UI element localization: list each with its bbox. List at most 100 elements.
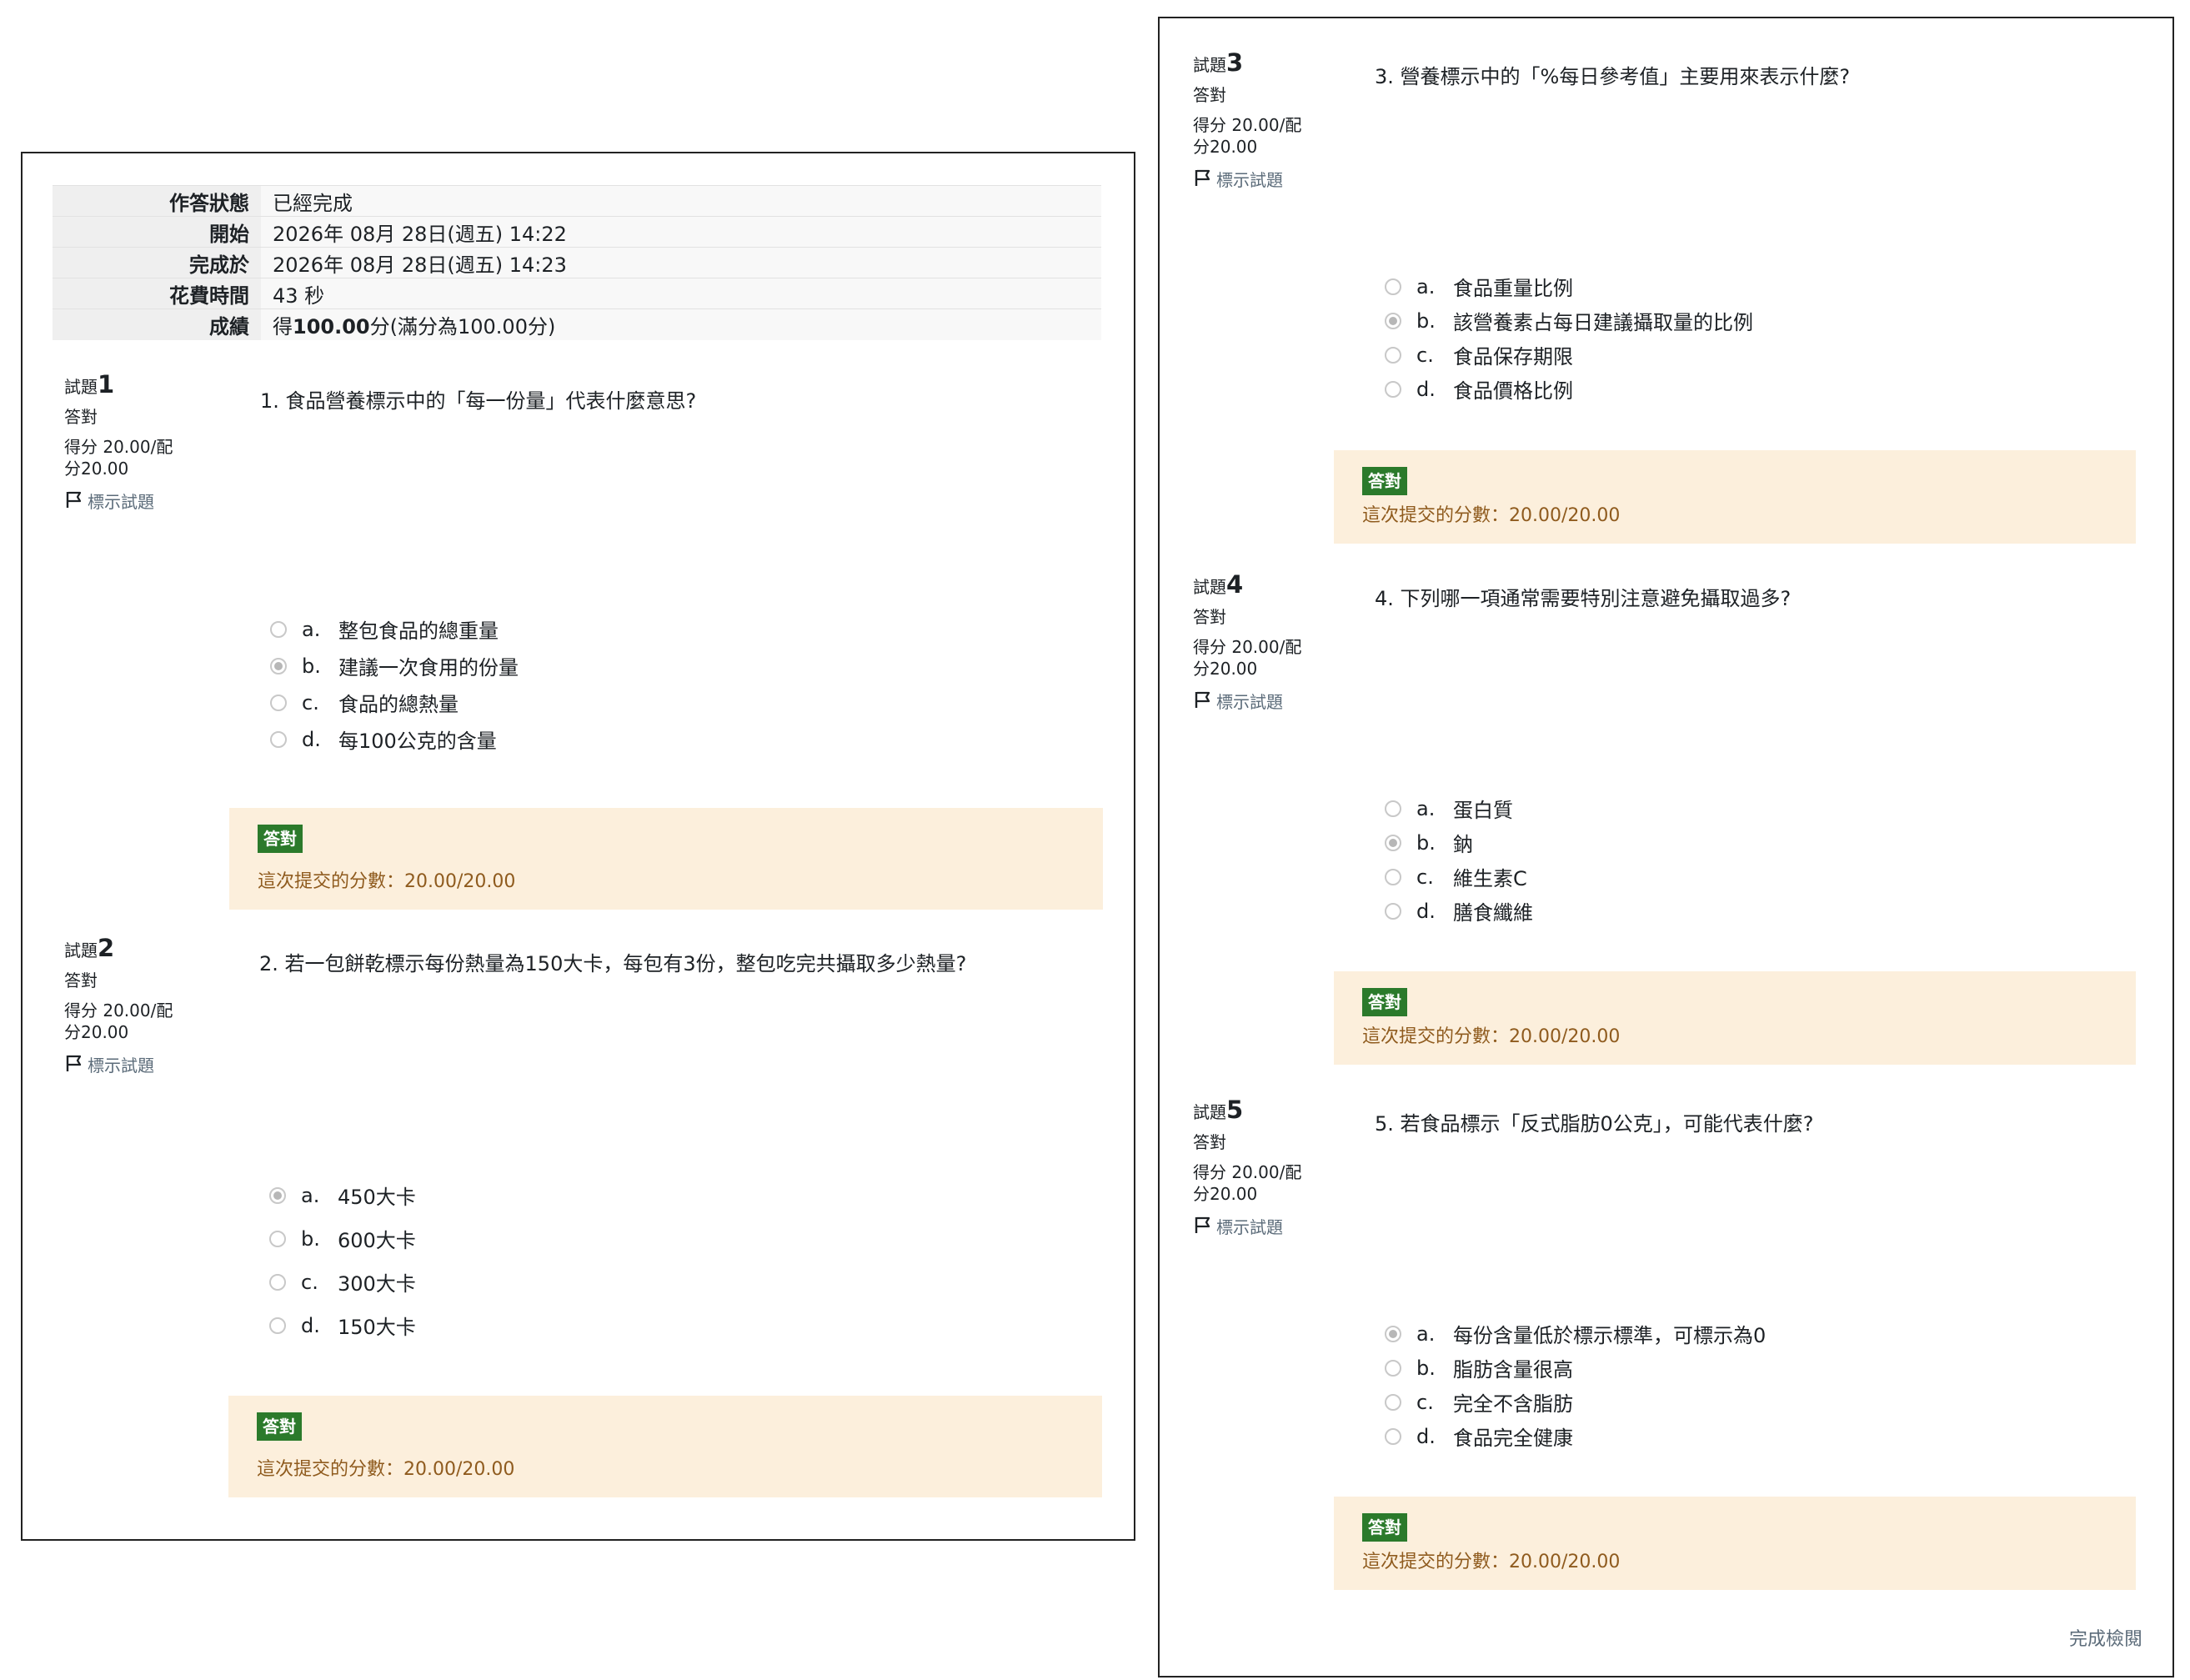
radio-button[interactable] — [1385, 278, 1401, 295]
grade-line-1: 得分 20.00/配 — [1193, 637, 1302, 657]
radio-button[interactable] — [269, 1273, 286, 1291]
question-info-2: 試題2 答對 得分 20.00/配 分20.00 標示試題 — [64, 936, 223, 1078]
radio-button[interactable] — [1385, 800, 1401, 817]
radio-button[interactable] — [269, 1230, 286, 1247]
grade-line-2: 分20.00 — [1193, 659, 1258, 679]
answer-option[interactable]: b. 建議一次食用的份量 — [270, 651, 519, 680]
option-text: 蛋白質 — [1453, 799, 1513, 822]
radio-button[interactable] — [270, 657, 287, 675]
summary-label: 作答狀態 — [53, 185, 261, 217]
radio-button[interactable] — [270, 620, 287, 638]
summary-row-finished: 完成於 2026年 08月 28日(週五) 14:23 — [53, 247, 1101, 278]
summary-value: 43 秒 — [261, 278, 1101, 309]
question-grade: 得分 20.00/配 分20.00 — [1193, 1161, 1351, 1205]
flag-question-button[interactable]: 標示試題 — [1193, 1215, 1351, 1240]
answer-option[interactable]: c. 完全不含脂肪 — [1385, 1387, 1573, 1417]
option-text: 450大卡 — [338, 1186, 416, 1209]
answer-option[interactable]: c. 食品的總熱量 — [270, 688, 459, 717]
flag-label: 標示試題 — [1216, 692, 1283, 712]
radio-button[interactable] — [269, 1316, 286, 1334]
flag-icon — [1193, 168, 1213, 193]
question-text: 4. 下列哪一項通常需要特別注意避免攝取過多? — [1375, 587, 1792, 610]
option-letter: a. — [301, 1183, 320, 1207]
question-state: 答對 — [1193, 1132, 1226, 1152]
flag-icon — [1193, 1215, 1213, 1240]
grade-line-2: 分20.00 — [64, 1022, 129, 1042]
question-number-value: 4 — [1226, 570, 1244, 599]
summary-value: 2026年 08月 28日(週五) 14:22 — [261, 216, 1101, 248]
option-letter: a. — [1416, 1321, 1436, 1346]
option-letter: d. — [301, 1313, 320, 1337]
flag-icon — [64, 1053, 84, 1078]
radio-button[interactable] — [1385, 834, 1401, 851]
answer-option[interactable]: a. 每份含量低於標示標準，可標示為0 — [1385, 1319, 1766, 1348]
grade-line-2: 分20.00 — [1193, 137, 1258, 157]
option-text: 膳食纖維 — [1453, 901, 1533, 925]
question-info-3: 試題3 答對 得分 20.00/配 分20.00 標示試題 — [1193, 51, 1351, 193]
radio-button[interactable] — [1385, 380, 1401, 398]
grade-line-1: 得分 20.00/配 — [64, 437, 173, 457]
radio-button[interactable] — [269, 1186, 286, 1204]
answer-option[interactable]: c. 維生素C — [1385, 862, 1527, 891]
correct-badge: 答對 — [1362, 1513, 1407, 1542]
option-text: 150大卡 — [338, 1316, 416, 1339]
answer-option[interactable]: d. 150大卡 — [269, 1311, 416, 1340]
feedback-score: 這次提交的分數：20.00/20.00 — [258, 871, 516, 892]
answer-option[interactable]: d. 膳食纖維 — [1385, 896, 1533, 925]
answer-option[interactable]: d. 每100公克的含量 — [270, 725, 497, 754]
option-text: 完全不含脂肪 — [1453, 1392, 1573, 1416]
option-text: 建議一次食用的份量 — [338, 656, 519, 680]
answer-option[interactable]: b. 該營養素占每日建議攝取量的比例 — [1385, 306, 1753, 335]
answer-option[interactable]: b. 脂肪含量很高 — [1385, 1353, 1573, 1382]
answer-option[interactable]: b. 600大卡 — [269, 1224, 416, 1253]
question-number-value: 5 — [1226, 1096, 1244, 1124]
radio-button[interactable] — [1385, 312, 1401, 329]
finish-review-link[interactable]: 完成檢閱 — [2069, 1624, 2142, 1651]
flag-label: 標示試題 — [88, 492, 154, 512]
flag-question-button[interactable]: 標示試題 — [64, 1053, 223, 1078]
option-text: 食品重量比例 — [1453, 277, 1573, 300]
correct-badge: 答對 — [257, 1412, 302, 1441]
answer-option[interactable]: a. 整包食品的總重量 — [270, 614, 499, 644]
answer-option[interactable]: c. 食品保存期限 — [1385, 340, 1573, 369]
feedback-score: 這次提交的分數：20.00/20.00 — [1362, 1026, 1621, 1047]
question-word: 試題 — [1193, 55, 1226, 75]
question-grade: 得分 20.00/配 分20.00 — [1193, 114, 1351, 158]
option-letter: b. — [302, 654, 321, 678]
flag-label: 標示試題 — [88, 1056, 154, 1076]
question-number: 試題3 — [1193, 51, 1351, 76]
question-state: 答對 — [1193, 607, 1226, 627]
flag-question-button[interactable]: 標示試題 — [64, 489, 223, 514]
option-text: 食品保存期限 — [1453, 345, 1573, 369]
correct-badge: 答對 — [258, 825, 303, 853]
radio-button[interactable] — [270, 694, 287, 711]
radio-button[interactable] — [1385, 1427, 1401, 1445]
answer-option[interactable]: c. 300大卡 — [269, 1267, 416, 1296]
flag-question-button[interactable]: 標示試題 — [1193, 690, 1351, 715]
question-word: 試題 — [1193, 1102, 1226, 1122]
answer-option[interactable]: d. 食品價格比例 — [1385, 374, 1573, 404]
answer-option[interactable]: a. 蛋白質 — [1385, 794, 1513, 823]
radio-button[interactable] — [270, 730, 287, 748]
radio-button[interactable] — [1385, 346, 1401, 364]
grade-line-2: 分20.00 — [64, 459, 129, 479]
answer-option[interactable]: b. 鈉 — [1385, 828, 1473, 857]
radio-button[interactable] — [1385, 902, 1401, 920]
question-word: 試題 — [1193, 577, 1226, 597]
option-text: 每份含量低於標示標準，可標示為0 — [1453, 1324, 1767, 1347]
summary-label: 完成於 — [53, 247, 261, 278]
review-panel-right: 完成檢閱 試題3 答對 得分 20.00/配 分20.00 標示試題 3. 營養標示中的「… — [1158, 17, 2174, 1677]
radio-button[interactable] — [1385, 1325, 1401, 1342]
radio-button[interactable] — [1385, 868, 1401, 885]
answer-option[interactable]: d. 食品完全健康 — [1385, 1422, 1573, 1451]
flag-label: 標示試題 — [1216, 170, 1283, 190]
summary-row-grade: 成績 得100.00分(滿分為100.00分) — [53, 308, 1101, 340]
radio-button[interactable] — [1385, 1359, 1401, 1377]
question-info-1: 試題1 答對 得分 20.00/配 分20.00 標示試題 — [64, 373, 223, 514]
radio-button[interactable] — [1385, 1393, 1401, 1411]
answer-option[interactable]: a. 食品重量比例 — [1385, 272, 1573, 301]
answer-option[interactable]: a. 450大卡 — [269, 1181, 416, 1210]
flag-question-button[interactable]: 標示試題 — [1193, 168, 1351, 193]
feedback-box: 答對 這次提交的分數：20.00/20.00 — [1334, 971, 2136, 1065]
option-letter: b. — [1416, 830, 1436, 855]
